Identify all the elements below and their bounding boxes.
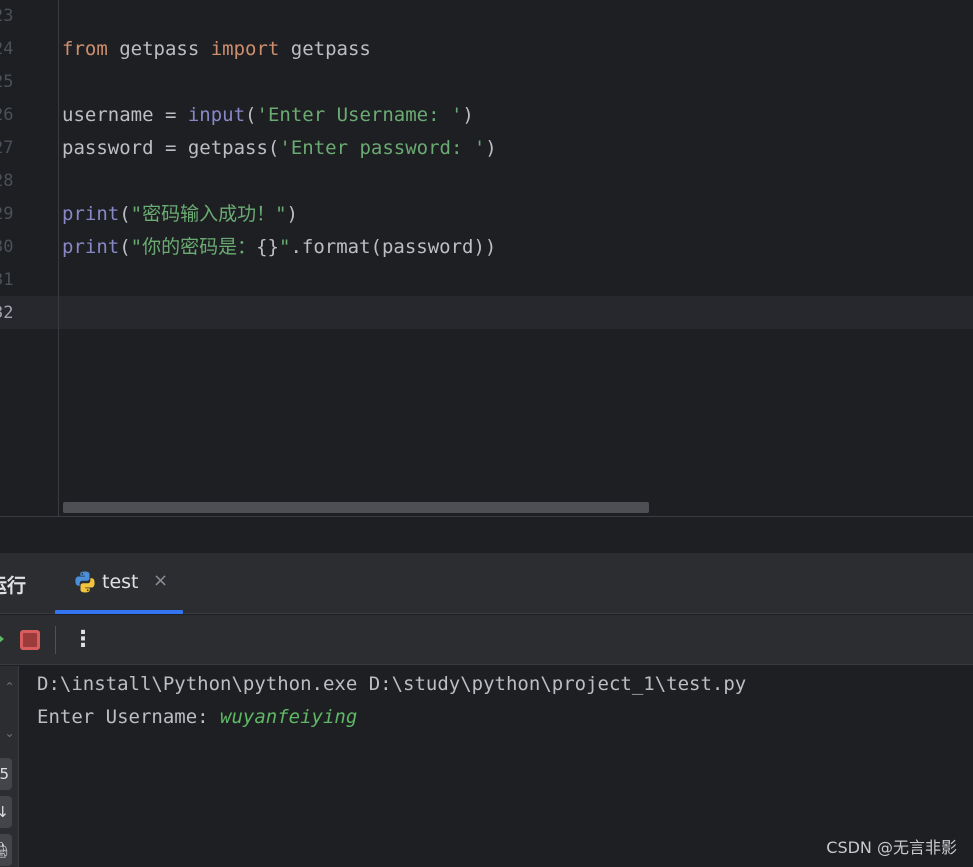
code-token: getpass [107,38,211,60]
python-icon [75,571,95,593]
code-token: ( [119,236,131,258]
run-tool-window-header: 运行 test × [0,553,973,614]
code-token: " [279,236,291,258]
code-token: ( [245,104,257,126]
code-token: print [62,236,120,258]
code-token: ) [462,104,474,126]
close-icon[interactable]: × [153,570,168,591]
code-token: input [187,104,246,126]
code-token: .format(password)) [290,236,497,258]
run-tab-test[interactable]: test × [55,553,183,614]
line-number-gutter[interactable]: 23242526272829303132 [0,0,58,516]
run-tool-window-title: 运行 [0,575,27,597]
print-button[interactable]: 🖨 [0,834,12,866]
code-token: ( [267,137,280,159]
console-side-toolbar: ⌃ ⌄ 5 ↓ 🖨 [0,666,19,867]
code-token: ) [286,203,298,225]
line-number[interactable]: 30 [0,231,13,264]
code-token: print [62,203,120,225]
active-tab-indicator [55,610,183,614]
run-tab-label: test [102,571,139,593]
code-token: username = [62,104,188,126]
line-number[interactable]: 29 [0,198,13,231]
code-token: ) [485,137,497,159]
code-token: password = [62,137,188,159]
code-token: ( [119,203,131,225]
line-number[interactable]: 27 [0,132,13,165]
line-number[interactable]: 23 [0,0,13,33]
code-token: "密码输入成功！" [130,203,287,225]
console-user-input: wuyanfeiying [220,706,358,728]
code-line[interactable]: from getpass import getpass [62,33,371,66]
code-token: {} [256,236,279,258]
code-token: 'Enter password: ' [279,137,486,159]
code-token: getpass [279,38,371,60]
toolbar-separator [55,626,56,654]
horizontal-scrollbar-thumb[interactable] [63,502,649,513]
code-line[interactable]: print("你的密码是：{}".format(password)) [62,231,496,264]
line-number[interactable]: 32 [0,297,13,330]
code-line[interactable]: password = getpass('Enter password: ') [62,132,497,165]
code-token: getpass [187,137,268,159]
code-editor[interactable]: 23242526272829303132 from getpass import… [0,0,973,516]
gutter-divider [58,0,59,516]
more-options-icon[interactable]: ⋮ [72,627,94,653]
scroll-to-end-button[interactable]: ↓ [0,796,12,828]
line-number[interactable]: 26 [0,99,13,132]
line-number[interactable]: 24 [0,33,13,66]
current-line-highlight [0,296,973,329]
chevron-down-icon[interactable]: ⌄ [0,726,19,746]
code-line[interactable]: print("密码输入成功！") [62,198,298,231]
line-number[interactable]: 25 [0,66,13,99]
code-token: "你的密码是： [130,236,257,258]
line-number[interactable]: 31 [0,264,13,297]
soft-wrap-button[interactable]: 5 [0,758,12,790]
code-line[interactable]: username = input('Enter Username: ') [62,99,474,132]
console-command-line: D:\install\Python\python.exe D:\study\py… [37,673,747,695]
run-toolbar: ⋮ [0,615,973,665]
console-prompt-line: Enter Username: wuyanfeiying [37,701,357,734]
line-number[interactable]: 28 [0,165,13,198]
console-prompt: Enter Username: [37,706,221,728]
code-token: from [62,38,108,60]
code-token: import [210,38,280,60]
chevron-up-icon[interactable]: ⌃ [0,680,19,700]
rerun-icon[interactable] [0,629,6,649]
watermark: CSDN @无言非影 [826,838,957,857]
stop-icon[interactable] [20,630,40,650]
code-token: 'Enter Username: ' [256,104,463,126]
editor-bottom-space [0,517,973,553]
